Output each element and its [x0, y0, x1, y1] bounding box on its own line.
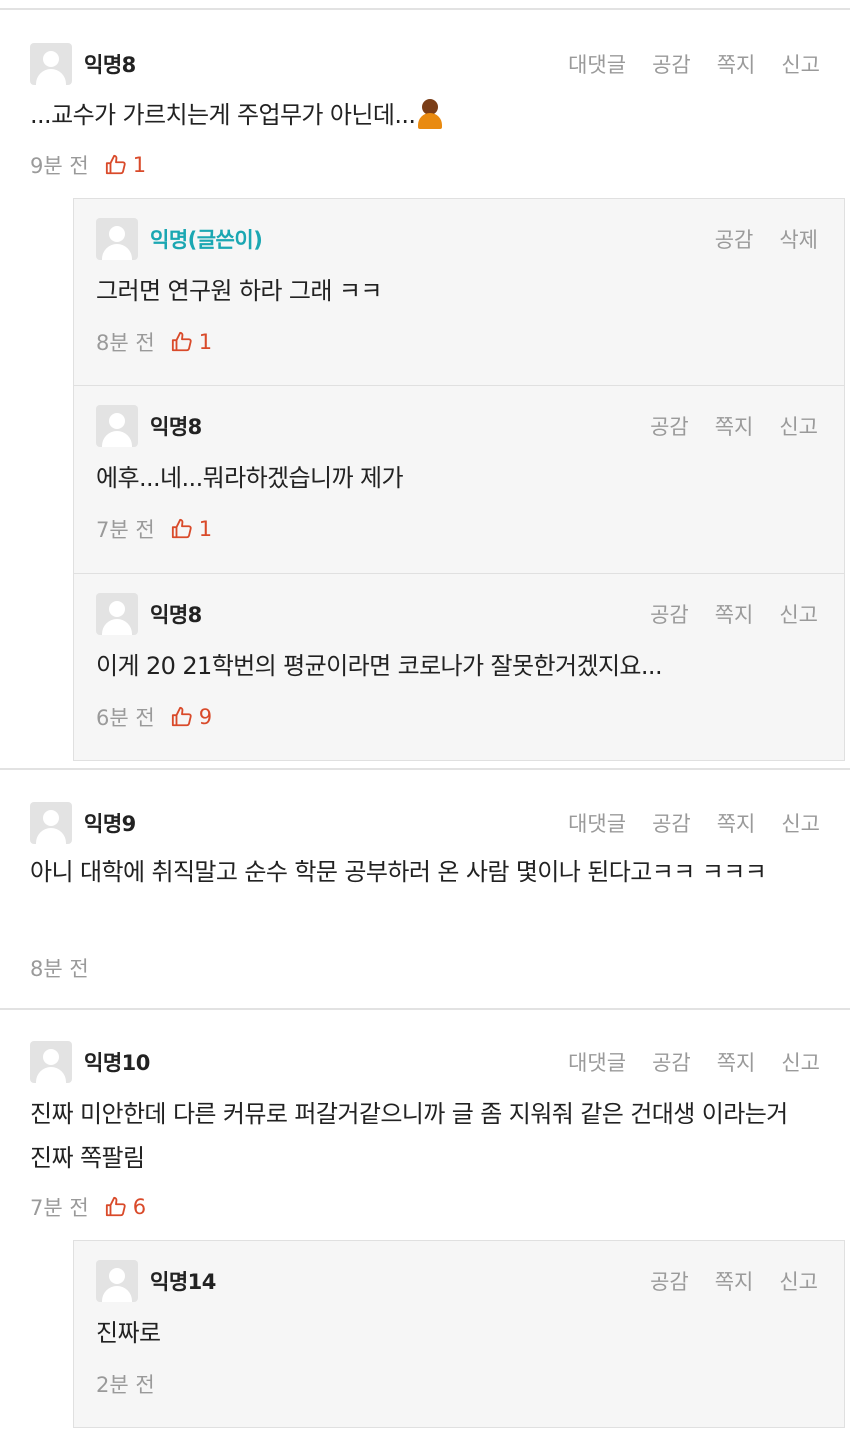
avatar: [96, 405, 138, 447]
reply-actions: 공감 쪽지 신고: [650, 411, 818, 441]
timestamp: 8분 전: [30, 957, 89, 981]
comment-text-content: ...교수가 가르치는게 주업무가 아닌데...: [30, 101, 416, 129]
report-button[interactable]: 신고: [779, 411, 818, 441]
like-button[interactable]: 공감: [652, 808, 691, 838]
report-button[interactable]: 신고: [779, 1266, 818, 1296]
timestamp: 9분 전: [30, 154, 89, 178]
delete-button[interactable]: 삭제: [779, 224, 818, 254]
avatar: [96, 1260, 138, 1302]
reply-button[interactable]: 대댓글: [568, 49, 626, 79]
reply-meta: 7분 전 1: [96, 514, 212, 544]
person-shrugging-emoji: [417, 99, 443, 129]
report-button[interactable]: 신고: [781, 49, 820, 79]
like-button[interactable]: 공감: [652, 1047, 691, 1077]
like-button[interactable]: 공감: [650, 599, 689, 629]
like-count-value: 6: [132, 1195, 147, 1219]
comment: 익명9 대댓글 공감 쪽지 신고 아니 대학에 취직말고 순수 학문 공부하러 …: [0, 768, 850, 1008]
report-button[interactable]: 신고: [781, 1047, 820, 1077]
like-count-value: 1: [198, 330, 213, 354]
timestamp: 7분 전: [96, 518, 155, 542]
like-button[interactable]: 공감: [715, 224, 754, 254]
like-button[interactable]: 공감: [652, 49, 691, 79]
reply: 익명8 공감 쪽지 신고 이게 20 21학번의 평균이라면 코로나가 잘못한거…: [74, 573, 844, 760]
avatar: [96, 593, 138, 635]
timestamp: 8분 전: [96, 331, 155, 355]
like-count[interactable]: 9: [171, 705, 212, 729]
reply-actions: 공감 삭제: [715, 224, 818, 254]
like-count[interactable]: 1: [171, 517, 212, 541]
reply-meta: 2분 전: [96, 1369, 155, 1399]
like-count[interactable]: 1: [171, 330, 212, 354]
comment-text: 아니 대학에 취직말고 순수 학문 공부하러 온 사람 몇이나 된다고ㅋㅋ ㅋㅋ…: [30, 858, 767, 886]
avatar: [30, 802, 72, 844]
comment-meta: 9분 전 1: [30, 150, 146, 180]
reply-button[interactable]: 대댓글: [568, 808, 626, 838]
timestamp: 6분 전: [96, 706, 155, 730]
reply: 익명(글쓴이) 공감 삭제 그러면 연구원 하라 그래 ㅋㅋ 8분 전 1: [74, 199, 844, 385]
reply-text: 진짜로: [96, 1319, 161, 1347]
message-button[interactable]: 쪽지: [715, 411, 754, 441]
message-button[interactable]: 쪽지: [717, 808, 756, 838]
message-button[interactable]: 쪽지: [715, 599, 754, 629]
reply-text: 이게 20 21학번의 평균이라면 코로나가 잘못한거겠지요...: [96, 652, 663, 680]
reply-header: 익명8 공감 쪽지 신고: [96, 404, 818, 448]
comment-actions: 대댓글 공감 쪽지 신고: [568, 49, 820, 79]
comment-actions: 대댓글 공감 쪽지 신고: [568, 808, 820, 838]
like-button[interactable]: 공감: [650, 411, 689, 441]
reply-list: 익명(글쓴이) 공감 삭제 그러면 연구원 하라 그래 ㅋㅋ 8분 전 1 익명…: [73, 198, 845, 761]
comment-actions: 대댓글 공감 쪽지 신고: [568, 1047, 820, 1077]
comment-header: 익명8 대댓글 공감 쪽지 신고: [30, 42, 820, 86]
author-name: 익명8: [84, 53, 136, 77]
comment: 익명10 대댓글 공감 쪽지 신고 진짜 미안한데 다른 커뮤로 퍼갈거같으니까…: [0, 1008, 850, 1430]
like-count-value: 9: [198, 705, 213, 729]
reply-text: 그러면 연구원 하라 그래 ㅋㅋ: [96, 277, 382, 305]
reply-header: 익명8 공감 쪽지 신고: [96, 592, 818, 636]
comment-meta: 8분 전: [30, 953, 89, 983]
reply-button[interactable]: 대댓글: [568, 1047, 626, 1077]
reply: 익명14 공감 쪽지 신고 진짜로 2분 전: [74, 1241, 844, 1427]
author-name: 익명8: [150, 415, 202, 439]
like-count-value: 1: [198, 517, 213, 541]
reply: 익명8 공감 쪽지 신고 에후...네...뭐라하겠습니까 제가 7분 전 1: [74, 385, 844, 574]
message-button[interactable]: 쪽지: [717, 1047, 756, 1077]
avatar: [30, 43, 72, 85]
reply-list: 익명14 공감 쪽지 신고 진짜로 2분 전: [73, 1240, 845, 1428]
reply-actions: 공감 쪽지 신고: [650, 599, 818, 629]
message-button[interactable]: 쪽지: [715, 1266, 754, 1296]
comment: 익명8 대댓글 공감 쪽지 신고 ...교수가 가르치는게 주업무가 아닌데..…: [0, 8, 850, 768]
timestamp: 7분 전: [30, 1196, 89, 1220]
reply-header: 익명14 공감 쪽지 신고: [96, 1259, 818, 1303]
thumbs-up-icon: [171, 518, 192, 539]
like-button[interactable]: 공감: [650, 1266, 689, 1296]
report-button[interactable]: 신고: [779, 599, 818, 629]
reply-meta: 6분 전 9: [96, 702, 212, 732]
thumbs-up-icon: [171, 331, 192, 352]
like-count-value: 1: [132, 153, 147, 177]
thumbs-up-icon: [105, 1196, 126, 1217]
comment-header: 익명9 대댓글 공감 쪽지 신고: [30, 801, 820, 845]
comment-text: 진짜 미안한데 다른 커뮤로 퍼갈거같으니까 글 좀 지워줘 같은 건대생 이라…: [30, 1100, 788, 1172]
like-count[interactable]: 6: [105, 1195, 146, 1219]
author-name: 익명8: [150, 603, 202, 627]
timestamp: 2분 전: [96, 1373, 155, 1397]
author-name: 익명10: [84, 1051, 150, 1075]
reply-header: 익명(글쓴이) 공감 삭제: [96, 217, 818, 261]
thumbs-up-icon: [171, 706, 192, 727]
author-name: 익명14: [150, 1270, 216, 1294]
comment-header: 익명10 대댓글 공감 쪽지 신고: [30, 1040, 820, 1084]
like-count[interactable]: 1: [105, 153, 146, 177]
message-button[interactable]: 쪽지: [717, 49, 756, 79]
reply-text: 에후...네...뭐라하겠습니까 제가: [96, 464, 404, 492]
author-name-writer: 익명(글쓴이): [150, 228, 263, 252]
avatar: [96, 218, 138, 260]
author-name: 익명9: [84, 812, 136, 836]
thumbs-up-icon: [105, 154, 126, 175]
comment-text: ...교수가 가르치는게 주업무가 아닌데...: [30, 93, 810, 137]
comment-meta: 7분 전 6: [30, 1192, 146, 1222]
avatar: [30, 1041, 72, 1083]
reply-meta: 8분 전 1: [96, 327, 212, 357]
report-button[interactable]: 신고: [781, 808, 820, 838]
reply-actions: 공감 쪽지 신고: [650, 1266, 818, 1296]
